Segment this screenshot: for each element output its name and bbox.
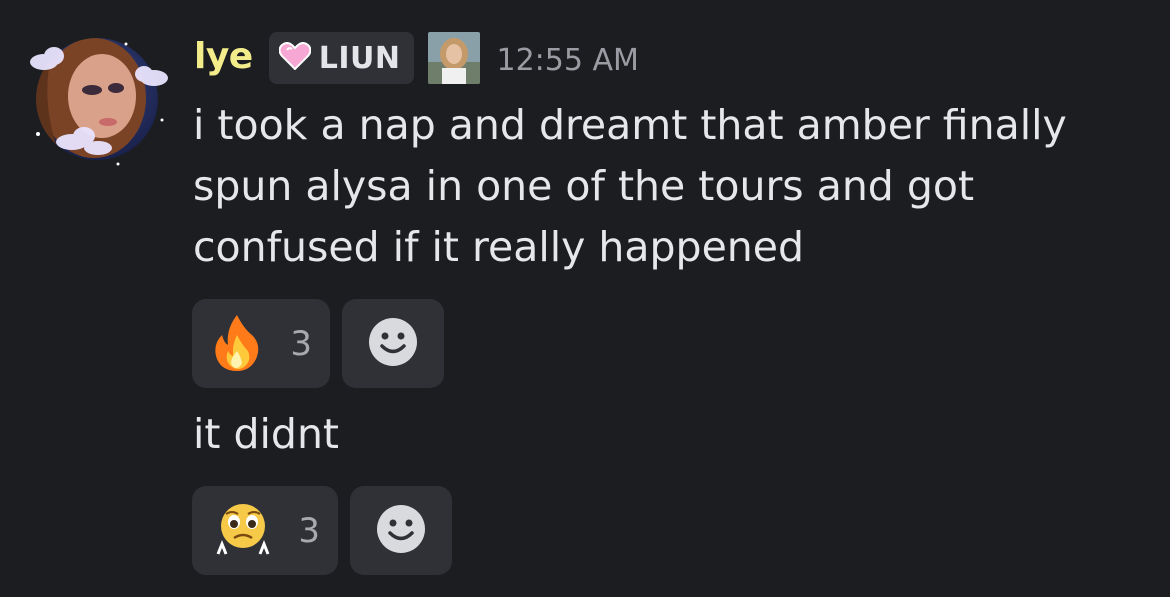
role-tag[interactable]: LIUN xyxy=(268,32,415,84)
smiley-icon xyxy=(368,317,418,371)
fire-emoji-icon xyxy=(212,313,262,375)
add-reaction-button[interactable] xyxy=(350,486,452,575)
chat-message: lye LIUN 12:55 AM i took a nap and dream… xyxy=(0,0,1170,597)
reaction-count: 3 xyxy=(290,323,312,364)
add-reaction-button[interactable] xyxy=(342,299,444,388)
reaction-bar-followup: 3 xyxy=(192,486,452,575)
message-header: lye LIUN 12:55 AM xyxy=(194,30,639,86)
reaction-fire[interactable]: 3 xyxy=(192,299,330,388)
avatar-image xyxy=(36,38,158,160)
message-text-followup: it didnt xyxy=(193,410,340,458)
message-text: i took a nap and dreamt that amber final… xyxy=(193,101,1067,271)
heart-icon xyxy=(278,42,312,74)
reaction-bar: 3 xyxy=(192,299,444,388)
profile-badge-image[interactable] xyxy=(428,32,481,84)
timestamp: 12:55 AM xyxy=(496,42,639,78)
username[interactable]: lye xyxy=(194,36,253,77)
avatar[interactable] xyxy=(22,30,172,170)
reaction-pleading[interactable]: 3 xyxy=(192,486,338,575)
smiley-icon xyxy=(376,504,426,558)
reaction-count: 3 xyxy=(298,510,320,551)
role-tag-label: LIUN xyxy=(318,40,401,76)
pleading-face-emoji-icon xyxy=(212,498,274,564)
